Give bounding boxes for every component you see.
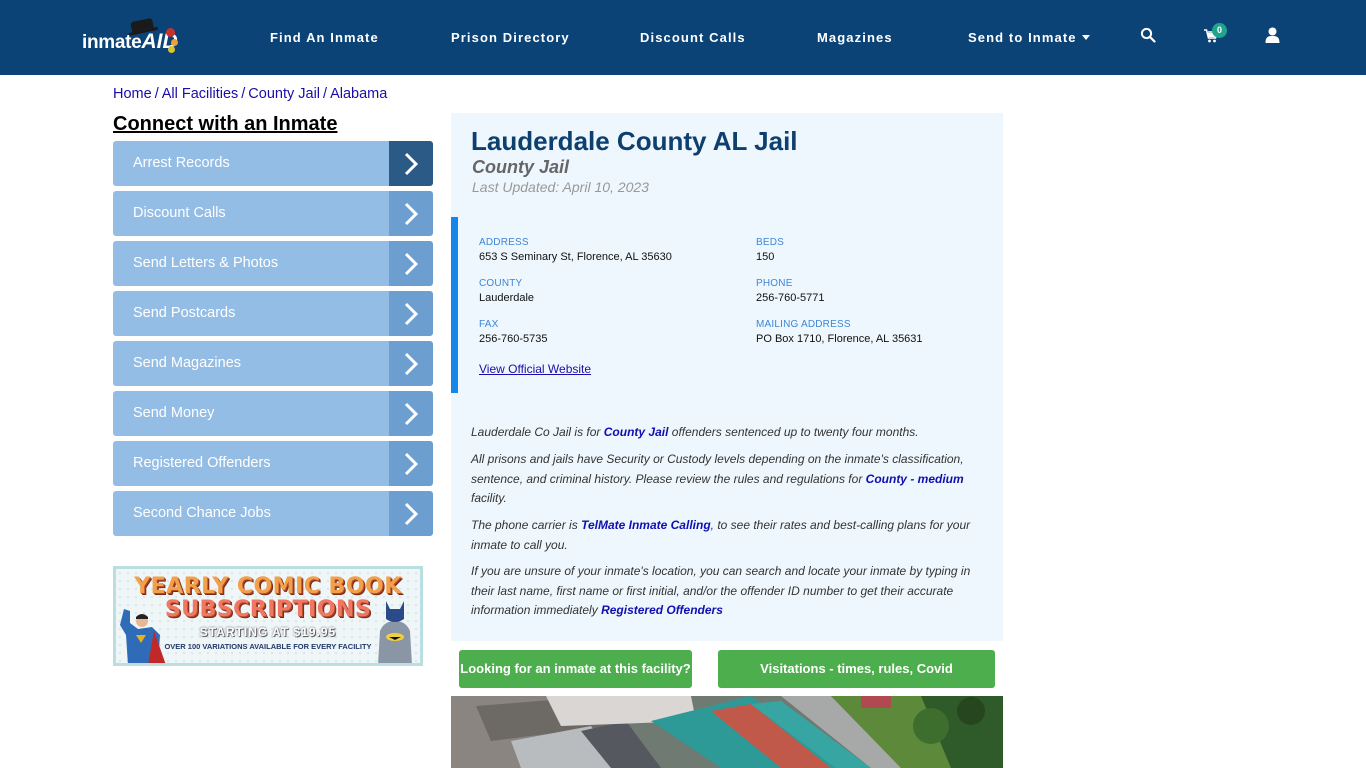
nav-discount-calls[interactable]: Discount Calls (640, 30, 746, 46)
sidebar-item-send-letters-photos[interactable]: Send Letters & Photos (113, 241, 433, 286)
pilgrim-hat-icon (130, 17, 154, 33)
text: The phone carrier is (471, 518, 582, 532)
nav-find-an-inmate[interactable]: Find An Inmate (270, 30, 379, 46)
description-paragraph: Lauderdale Co Jail is for County Jail of… (471, 423, 986, 443)
sidebar-item-send-postcards[interactable]: Send Postcards (113, 291, 433, 336)
field-label: PHONE (756, 278, 793, 289)
facility-aerial-photo (451, 696, 1003, 768)
search-icon[interactable] (1140, 27, 1158, 45)
sidebar-item-send-money[interactable]: Send Money (113, 391, 433, 436)
top-navigation-bar: inmate AID Find An Inmate Prison Director… (0, 0, 1366, 75)
description-paragraph: All prisons and jails have Security or C… (471, 450, 986, 509)
sidebar-item-send-magazines[interactable]: Send Magazines (113, 341, 433, 386)
chevron-right-icon (389, 291, 433, 336)
county-medium-link[interactable]: County - medium (866, 472, 964, 486)
chevron-right-icon (389, 191, 433, 236)
field-value: 653 S Seminary St, Florence, AL 35630 (479, 251, 672, 263)
sidebar-item-registered-offenders[interactable]: Registered Offenders (113, 441, 433, 486)
nav-magazines[interactable]: Magazines (817, 30, 893, 46)
text: offenders sentenced up to twenty four mo… (668, 425, 919, 439)
field-value: Lauderdale (479, 292, 535, 304)
banner-price: STARTING AT $19.95 (199, 625, 337, 639)
chevron-right-icon (389, 241, 433, 286)
field-value: 150 (756, 251, 775, 263)
sidebar-item-label: Send Letters & Photos (113, 241, 389, 286)
banner-headline: YEARLY COMIC BOOK (134, 574, 402, 599)
breadcrumb-all-facilities[interactable]: All Facilities (162, 86, 239, 102)
sidebar-item-label: Send Magazines (113, 341, 389, 386)
breadcrumb: Home / All Facilities / County Jail / Alabama (113, 86, 387, 102)
chevron-right-icon (389, 391, 433, 436)
nav-label: Magazines (817, 30, 893, 45)
leaf-icon (166, 28, 175, 37)
county-jail-link[interactable]: County Jail (604, 425, 669, 439)
sidebar-item-label: Send Money (113, 391, 389, 436)
mailing-address-field: MAILING ADDRESS PO Box 1710, Florence, A… (756, 319, 923, 345)
breadcrumb-home[interactable]: Home (113, 86, 152, 102)
chevron-right-icon (389, 141, 433, 186)
field-label: COUNTY (479, 278, 523, 289)
field-value: 256-760-5735 (479, 333, 548, 345)
chevron-right-icon (389, 491, 433, 536)
banner-headline-2: SUBSCRIPTIONS (164, 597, 372, 622)
cart-count-badge: 0 (1212, 23, 1227, 38)
text: facility. (471, 491, 507, 505)
sidebar-item-label: Second Chance Jobs (113, 491, 389, 536)
chevron-right-icon (389, 441, 433, 486)
text: Lauderdale Co Jail is for (471, 425, 604, 439)
breadcrumb-separator: / (241, 86, 246, 102)
sidebar-item-label: Send Postcards (113, 291, 389, 336)
beds-field: BEDS 150 (756, 237, 784, 263)
breadcrumb-county-jail[interactable]: County Jail (248, 86, 320, 102)
sidebar-item-label: Arrest Records (113, 141, 389, 186)
sidebar-item-label: Discount Calls (113, 191, 389, 236)
inmateaid-logo[interactable]: inmate AID (82, 17, 178, 54)
field-label: MAILING ADDRESS (756, 319, 851, 330)
leaf-icon (168, 46, 175, 53)
caret-down-icon (1081, 35, 1090, 40)
comic-subscription-banner[interactable]: YEARLY COMIC BOOK SUBSCRIPTIONS STARTING… (113, 566, 423, 666)
nav-send-to-inmate-dropdown[interactable]: Send to Inmate (968, 30, 1090, 46)
sidebar-item-arrest-records[interactable]: Arrest Records (113, 141, 433, 186)
official-website-link[interactable]: View Official Website (479, 362, 591, 376)
telmate-link[interactable]: TelMate Inmate Calling (581, 518, 711, 532)
visitation-info-button[interactable]: Visitations - times, rules, Covid cancel… (718, 650, 995, 714)
facility-type: County Jail (472, 157, 570, 177)
field-label: BEDS (756, 237, 785, 248)
aerial-photo-illustration (451, 696, 1003, 768)
breadcrumb-separator: / (154, 86, 159, 102)
phone-field: PHONE 256-760-5771 (756, 278, 825, 304)
breadcrumb-alabama[interactable]: Alabama (330, 86, 387, 102)
nav-prison-directory[interactable]: Prison Directory (451, 30, 570, 46)
banner-tagline: OVER 100 VARIATIONS AVAILABLE FOR EVERY … (164, 642, 372, 651)
field-label: FAX (479, 319, 499, 330)
sidebar-item-label: Registered Offenders (113, 441, 389, 486)
sidebar-item-discount-calls[interactable]: Discount Calls (113, 191, 433, 236)
county-field: COUNTY Lauderdale (479, 278, 534, 304)
address-field: ADDRESS 653 S Seminary St, Florence, AL … (479, 237, 672, 263)
fax-field: FAX 256-760-5735 (479, 319, 548, 345)
field-value: PO Box 1710, Florence, AL 35631 (756, 333, 923, 345)
user-icon[interactable] (1265, 27, 1283, 45)
field-label: ADDRESS (479, 237, 529, 248)
find-inmate-at-facility-button[interactable]: Looking for an inmate at this facility? (459, 650, 692, 688)
registered-offenders-link[interactable]: Registered Offenders (601, 603, 723, 617)
breadcrumb-separator: / (323, 86, 328, 102)
nav-label: Prison Directory (451, 30, 570, 45)
sidebar-menu: Arrest Records Discount Calls Send Lette… (113, 141, 433, 541)
facility-title: Lauderdale County AL Jail (471, 126, 798, 156)
chevron-right-icon (389, 341, 433, 386)
leaf-icon (171, 39, 178, 46)
description-paragraph: If you are unsure of your inmate's locat… (471, 562, 986, 621)
description-paragraph: The phone carrier is TelMate Inmate Call… (471, 516, 986, 555)
logo-text: inmate (82, 32, 142, 53)
field-value: 256-760-5771 (756, 292, 825, 304)
sidebar-item-second-chance-jobs[interactable]: Second Chance Jobs (113, 491, 433, 536)
nav-label: Find An Inmate (270, 30, 379, 45)
sidebar-title: Connect with an Inmate (113, 113, 338, 135)
last-updated: Last Updated: April 10, 2023 (472, 179, 649, 195)
nav-label: Send to Inmate (968, 30, 1077, 45)
nav-label: Discount Calls (640, 30, 746, 45)
